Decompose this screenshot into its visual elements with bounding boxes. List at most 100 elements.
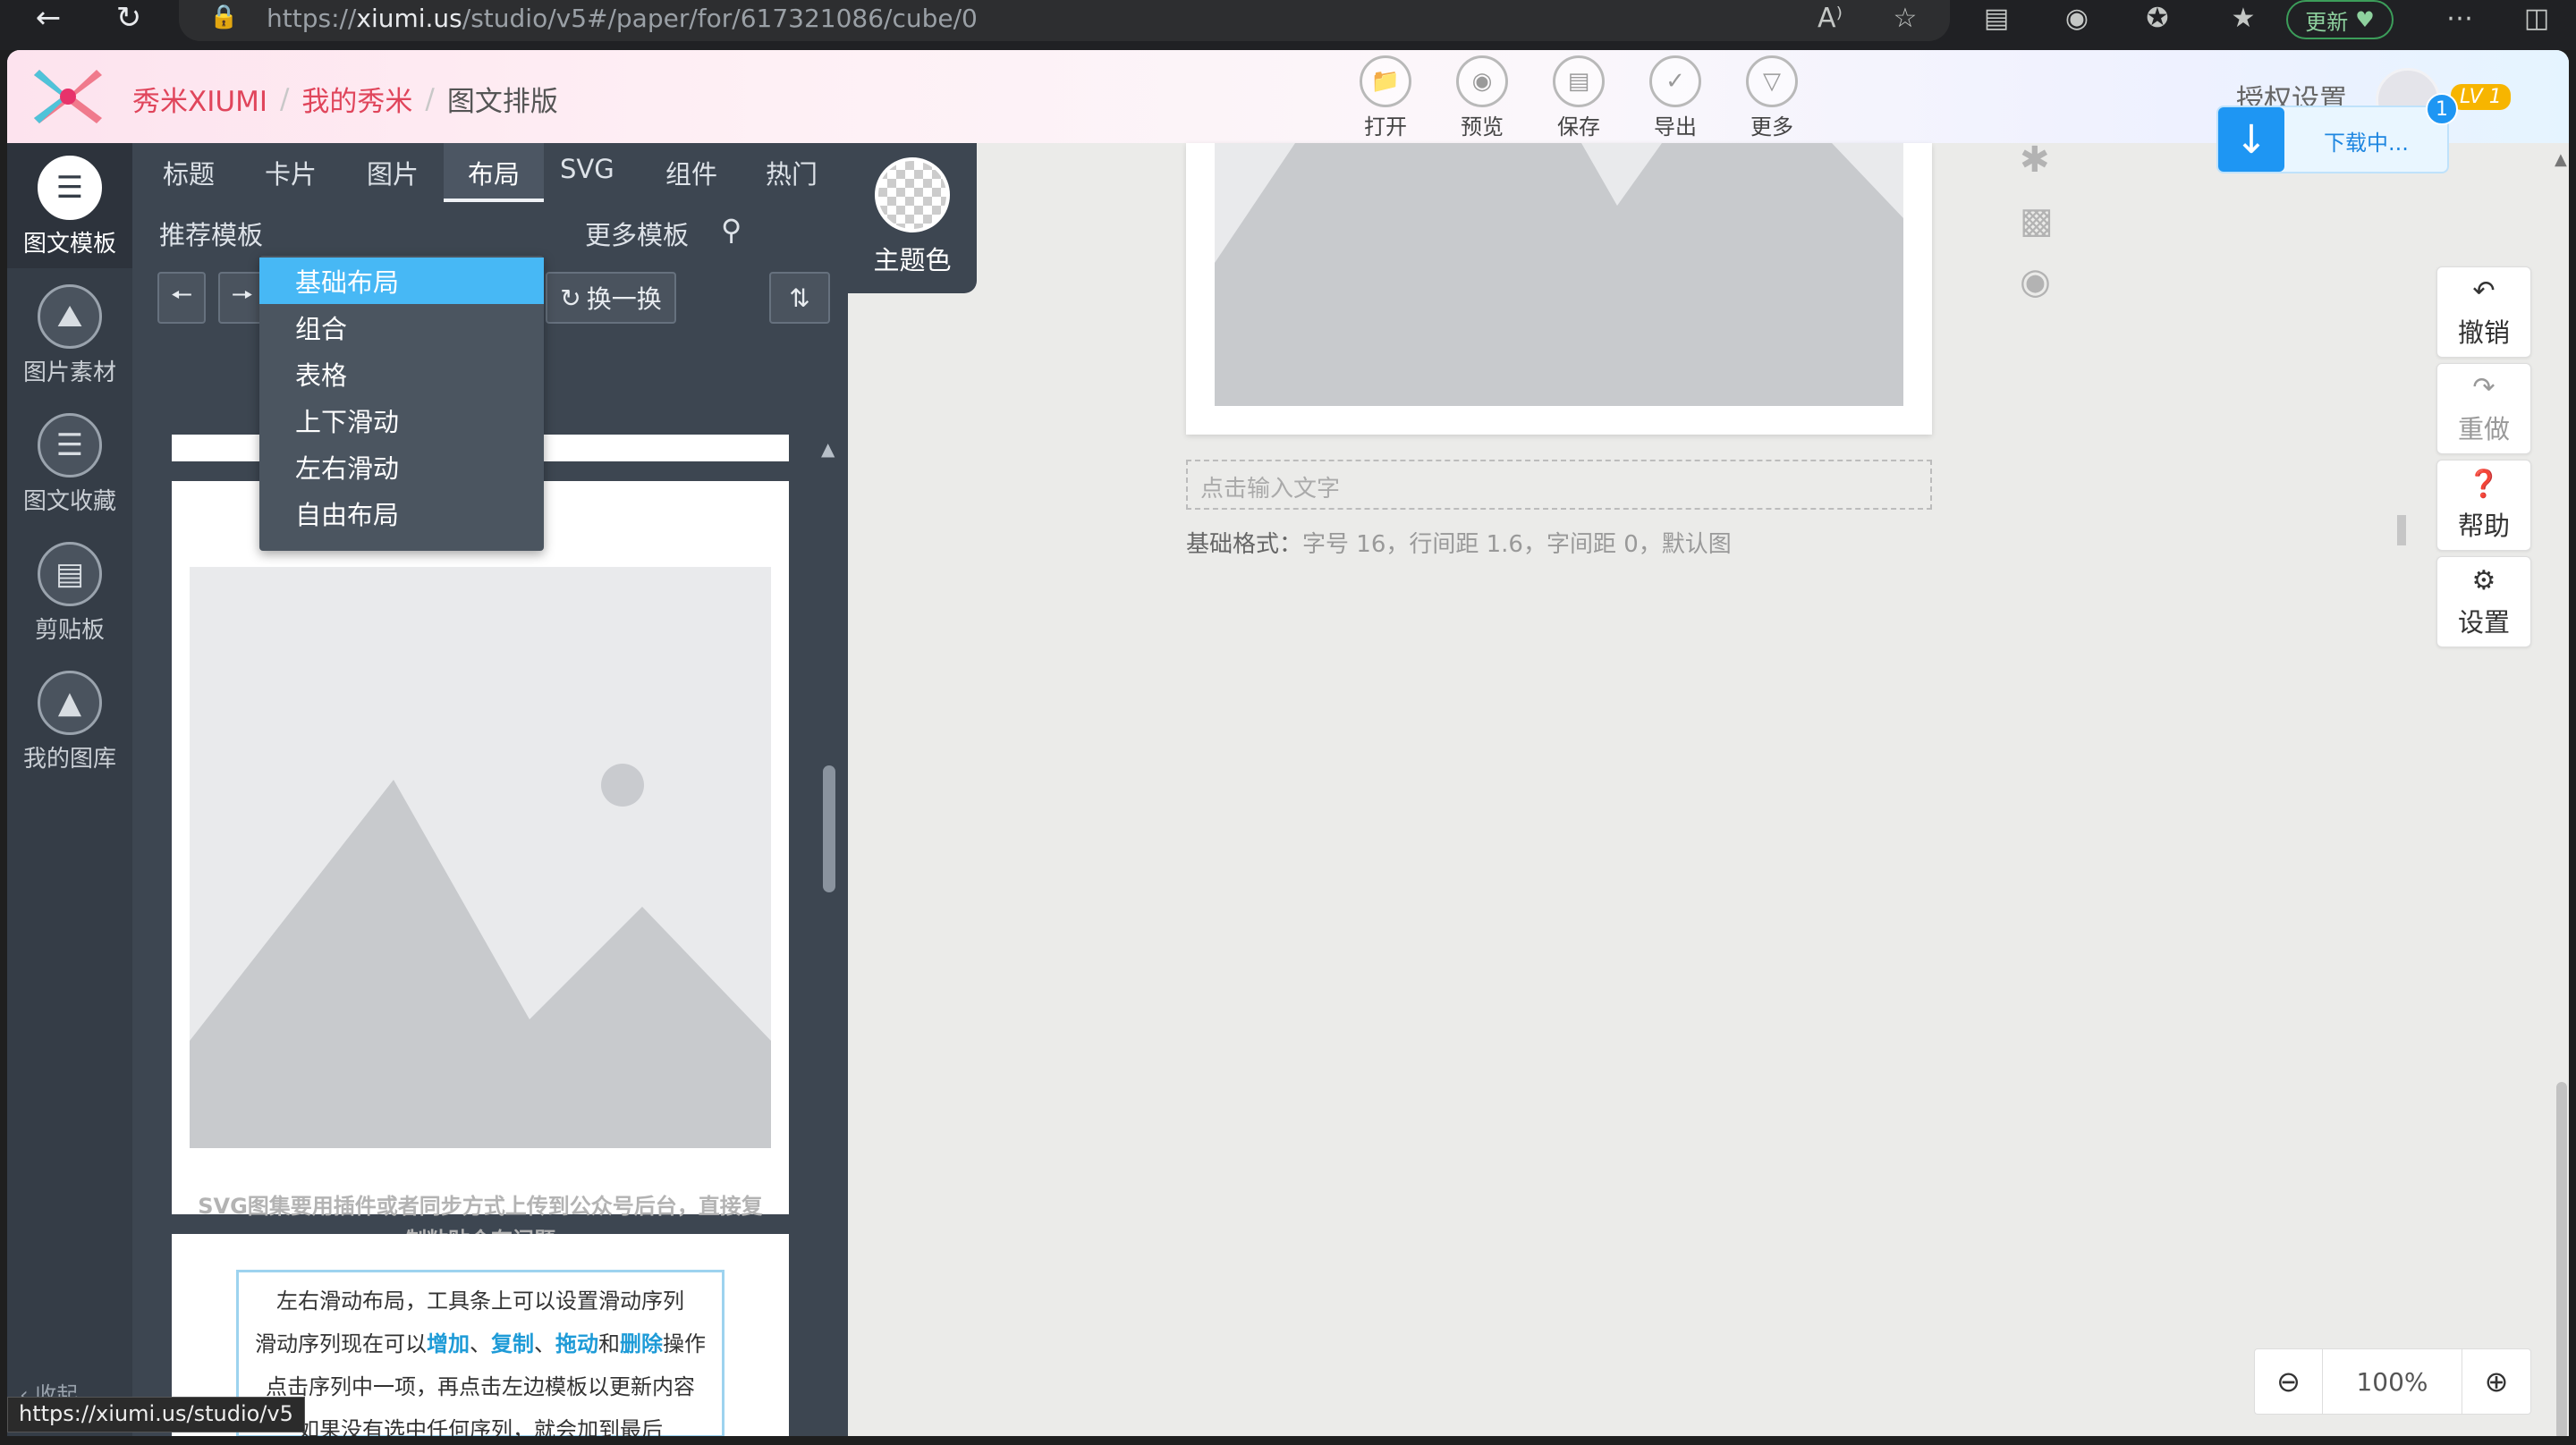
download-arrow-icon: ↓ [2218, 107, 2284, 172]
tab-hot[interactable]: 热门 [766, 143, 818, 202]
save-button[interactable]: ▤ 保存 [1538, 55, 1619, 139]
left-sidebar: ☰ 图文模板 ⛰ 图片素材 ☰ 图文收藏 ▤ 剪贴板 ▲ 我的图库 [7, 143, 132, 1436]
subtab-more-templates[interactable]: 更多模板 [585, 215, 689, 252]
tab-title[interactable]: 标题 [163, 143, 215, 202]
redo-button[interactable]: ↷ 重做 [2436, 363, 2531, 454]
browser-toolbar: ← ↻ 🔒 https://xiumi.us/studio/v5#/paper/… [0, 0, 2576, 50]
redo-label: 重做 [2457, 414, 2510, 444]
sort-button[interactable]: ⇅ [769, 272, 830, 324]
preview-button[interactable]: ◉ 预览 [1442, 55, 1522, 139]
template-card-svg-gallery[interactable]: SVG图集要用插件或者同步方式上传到公众号后台，直接复制粘贴会有问题 [172, 481, 789, 1253]
export-button[interactable]: ✓ 导出 [1635, 55, 1716, 139]
panel-tabs: 标题 卡片 图片 布局 SVG 组件 热门 [132, 143, 848, 202]
reload-icon[interactable]: ↻ [104, 0, 154, 36]
theme-swatch[interactable] [875, 157, 950, 232]
checkmark-icon: ✓ [1649, 55, 1701, 107]
sidebar-item-images[interactable]: ⛰ 图片素材 [7, 272, 132, 397]
picture-icon: ⛰ [38, 284, 102, 349]
menu-item-vertical-swipe[interactable]: 上下滑动 [259, 397, 544, 444]
lock-icon[interactable]: 🔒 [209, 4, 238, 30]
theme-label: 主题色 [873, 245, 952, 275]
mountain-icon: ▲ [38, 671, 102, 735]
folder-icon: 📁 [1360, 55, 1411, 107]
arrow-right-icon: 🠖 [231, 280, 254, 309]
list-lines-icon: ☰ [38, 156, 102, 220]
tab-component[interactable]: 组件 [665, 143, 717, 202]
sidebar-item-label: 剪贴板 [34, 617, 105, 644]
favorites-icon[interactable]: ★ [2220, 0, 2267, 36]
heart-pulse-icon: ♥ [2355, 7, 2375, 32]
tab-image[interactable]: 图片 [367, 143, 419, 202]
subtab-recommended[interactable]: 推荐模板 [159, 215, 263, 252]
menu-item-combination[interactable]: 组合 [259, 304, 544, 351]
open-button[interactable]: 📁 打开 [1345, 55, 1426, 139]
triangle-down-icon: ▽ [1746, 55, 1798, 107]
sidebar-item-clipboard[interactable]: ▤ 剪贴板 [7, 529, 132, 655]
menu-item-free-layout[interactable]: 自由布局 [259, 490, 544, 537]
settings-button[interactable]: ⚙ 设置 [2436, 556, 2531, 647]
undo-label: 撤销 [2457, 317, 2510, 348]
favorite-list-icon: ☰ [38, 413, 102, 477]
tab-layout[interactable]: 布局 [444, 143, 544, 202]
swipe-info-box: 左右滑动布局，工具条上可以设置滑动序列 滑动序列现在可以增加、复制、拖动和删除操… [236, 1270, 724, 1436]
menu-item-basic-layout[interactable]: 基础布局 [259, 258, 544, 304]
editor-image-block[interactable] [1186, 143, 1932, 435]
help-button[interactable]: ❓ 帮助 [2436, 460, 2531, 551]
help-label: 帮助 [2457, 511, 2510, 541]
more-menu-icon[interactable]: ⋯ [2436, 0, 2483, 36]
panel-subtabs: 推荐模板 更多模板 ⚲ [132, 202, 848, 256]
download-popup[interactable]: ↓ 下载中... 1 [2216, 93, 2458, 173]
scroll-up-icon[interactable]: ▲ [2555, 150, 2567, 169]
zoom-level: 100% [2323, 1349, 2462, 1414]
scrollbar-thumb[interactable] [2556, 1082, 2567, 1436]
reading-view-icon[interactable]: ▤ [1973, 0, 2020, 36]
zoom-in-icon[interactable]: ⊕ [2462, 1349, 2530, 1414]
url-text: https://xiumi.us/studio/v5#/paper/for/61… [267, 4, 978, 33]
more-button[interactable]: ▽ 更多 [1732, 55, 1812, 139]
favorite-star-icon[interactable]: ☆ [1882, 0, 1928, 36]
sidebar-item-my-gallery[interactable]: ▲ 我的图库 [7, 658, 132, 783]
eye-icon[interactable]: ◉ [2020, 261, 2051, 302]
menu-item-table[interactable]: 表格 [259, 351, 544, 397]
template-scrollbar[interactable]: ▲ ▼ [818, 435, 841, 1436]
sidebar-item-label: 图文模板 [22, 231, 116, 258]
sidebar-item-templates[interactable]: ☰ 图文模板 [7, 143, 132, 268]
asterisk-icon[interactable]: ✱ [2020, 139, 2050, 181]
extension-icon[interactable]: ◉ [2054, 0, 2100, 36]
preview-label: 预览 [1461, 114, 1504, 139]
clipboard-icon: ▤ [38, 542, 102, 606]
open-label: 打开 [1364, 114, 1407, 139]
scrollbar-thumb[interactable] [823, 765, 835, 892]
breadcrumb-my-xiumi[interactable]: 我的秀米 [301, 79, 412, 119]
update-button[interactable]: 更新 ♥ [2286, 0, 2394, 39]
tab-card[interactable]: 卡片 [265, 143, 317, 202]
app-window: 秀米XIUMI / 我的秀米 / 图文排版 📁 打开 ◉ 预览 ▤ 保存 ✓ 导… [7, 50, 2569, 1436]
address-bar[interactable]: 🔒 https://xiumi.us/studio/v5#/paper/for/… [179, 0, 1950, 41]
menu-item-horizontal-swipe[interactable]: 左右滑动 [259, 444, 544, 490]
theme-color-picker[interactable]: 主题色 [848, 143, 977, 293]
breadcrumb-brand[interactable]: 秀米XIUMI [132, 79, 267, 119]
sidebar-item-favorites[interactable]: ☰ 图文收藏 [7, 401, 132, 526]
undo-button[interactable]: ↶ 撤销 [2436, 266, 2531, 358]
page-scrollbar[interactable]: ▲ [2555, 143, 2569, 1436]
info-line: 滑动序列现在可以增加、复制、拖动和删除操作 [255, 1331, 706, 1356]
shuffle-label: 换一换 [586, 284, 662, 314]
sidebar-toggle-icon[interactable]: ◫ [2513, 0, 2560, 36]
read-aloud-icon[interactable]: A⁾ [1807, 0, 1853, 36]
xiumi-logo[interactable] [32, 63, 104, 131]
layout-dropdown-menu: 基础布局 组合 表格 上下滑动 左右滑动 自由布局 [259, 256, 544, 551]
shuffle-button[interactable]: ↻ 换一换 [546, 272, 676, 324]
download-count-badge: 1 [2426, 93, 2458, 125]
search-icon[interactable]: ⚲ [721, 213, 741, 247]
refresh-icon: ↻ [560, 283, 581, 313]
back-arrow-icon[interactable]: ← [23, 0, 73, 36]
scroll-up-icon[interactable]: ▲ [821, 438, 835, 460]
zoom-out-icon[interactable]: ⊖ [2255, 1349, 2323, 1414]
template-list: SVG图集要用插件或者同步方式上传到公众号后台，直接复制粘贴会有问题 左右滑动布… [172, 435, 789, 1436]
tab-svg[interactable]: SVG [560, 143, 614, 202]
prev-button[interactable]: 🠔 [157, 272, 206, 324]
bar-chart-icon[interactable]: ▩ [2020, 200, 2054, 241]
sidebar-item-label: 图文收藏 [22, 488, 116, 515]
text-input-box[interactable]: 点击输入文字 [1186, 460, 1932, 510]
puzzle-icon[interactable]: ✪ [2134, 0, 2181, 36]
